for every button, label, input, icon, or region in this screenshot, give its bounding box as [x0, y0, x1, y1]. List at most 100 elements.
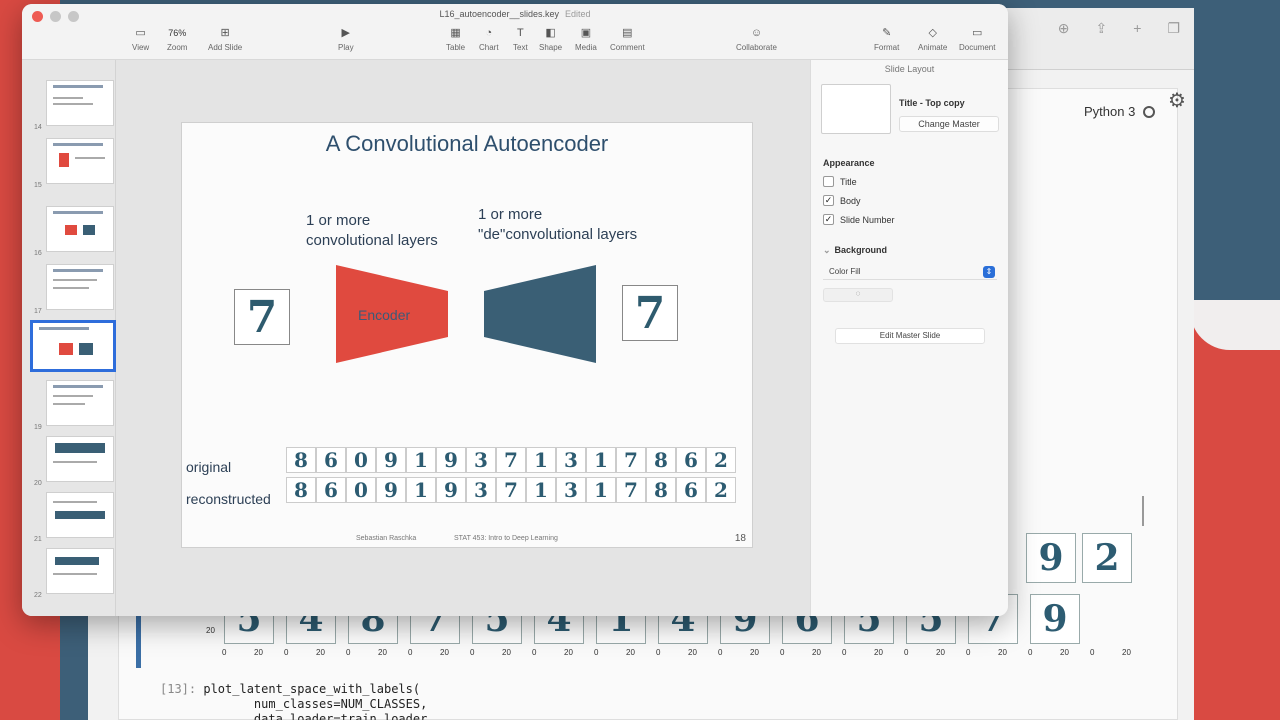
- mnist-digit: 0: [346, 477, 376, 503]
- axis-tick: 20: [750, 648, 759, 657]
- edited-status: Edited: [565, 9, 591, 19]
- slide-thumbnail[interactable]: [46, 492, 114, 538]
- original-digits-row[interactable]: 8 6 0 9 1 9 3 7 1 3 1 7 8 6 2: [286, 447, 736, 473]
- desktop-wallpaper-right: [1190, 300, 1280, 720]
- tabs-icon[interactable]: ❐: [1167, 20, 1180, 37]
- slide-number-checkbox-row[interactable]: ✓ Slide Number: [823, 214, 895, 225]
- background-heading[interactable]: ⌄ Background: [823, 245, 887, 256]
- slide-number-checkbox[interactable]: ✓: [823, 214, 834, 225]
- document-icon: ▭: [972, 27, 983, 39]
- slide-number: 19: [34, 424, 42, 431]
- share-icon[interactable]: ⇪: [1096, 20, 1108, 37]
- axis-tick: 20: [378, 648, 387, 657]
- thumb-shapes: [55, 557, 99, 565]
- zoom-value: 76%: [168, 28, 187, 38]
- add-icon[interactable]: ⊕: [1058, 20, 1070, 37]
- browser-icons: ⊕ ⇪ + ❐: [1058, 20, 1180, 37]
- mnist-digit: 3: [466, 477, 496, 503]
- mnist-digit: 3: [556, 477, 586, 503]
- thumb-encoder: [65, 225, 77, 235]
- scrollbar[interactable]: [1142, 496, 1144, 526]
- kernel-status-icon: [1143, 105, 1156, 118]
- text-label: Text: [513, 43, 528, 52]
- document-button[interactable]: ▭ Document: [959, 26, 995, 52]
- slide-thumbnail[interactable]: [46, 548, 114, 594]
- collaborate-label: Collaborate: [736, 43, 777, 52]
- output-digit: 9: [1026, 533, 1076, 583]
- mnist-digit: 6: [676, 477, 706, 503]
- color-well[interactable]: ◌: [823, 288, 893, 302]
- text-button[interactable]: T Text: [513, 26, 528, 52]
- view-button[interactable]: ▭ View: [132, 26, 149, 52]
- axis-tick: 20: [254, 648, 263, 657]
- mnist-digit: 1: [526, 477, 556, 503]
- axis-tick: 0: [532, 648, 537, 657]
- shape-button[interactable]: ◧ Shape: [539, 26, 562, 52]
- add-slide-button[interactable]: ⊞ Add Slide: [208, 26, 242, 52]
- body-checkbox[interactable]: ✓: [823, 195, 834, 206]
- animate-button[interactable]: ◇ Animate: [918, 26, 947, 52]
- slide-thumbnail-selected[interactable]: [30, 320, 116, 372]
- thumb-text: [53, 279, 97, 281]
- slide-thumbnail[interactable]: [46, 138, 114, 184]
- decoder-trapezoid[interactable]: [484, 265, 596, 363]
- play-button[interactable]: ▶ Play: [338, 26, 354, 52]
- new-tab-icon[interactable]: +: [1133, 20, 1141, 37]
- chart-label: Chart: [479, 43, 499, 52]
- thumb-encoder: [59, 343, 73, 355]
- fill-type-select[interactable]: Color Fill ⇕: [823, 264, 997, 280]
- footer-course: STAT 453: Intro to Deep Learning: [454, 535, 558, 542]
- add-slide-label: Add Slide: [208, 43, 243, 52]
- body-checkbox-row[interactable]: ✓ Body: [823, 195, 861, 206]
- layout-thumbnail[interactable]: [821, 84, 891, 134]
- reconstructed-digits-row[interactable]: 8 6 0 9 1 9 3 7 1 3 1 7 8 6 2: [286, 477, 736, 503]
- format-button[interactable]: ✎ Format: [874, 26, 899, 52]
- mnist-digit: 8: [286, 447, 316, 473]
- media-button[interactable]: ▣ Media: [575, 26, 597, 52]
- background-label: Background: [834, 245, 888, 255]
- axis-tick: 20: [440, 648, 449, 657]
- axis-tick: 20: [502, 648, 511, 657]
- gear-icon[interactable]: ⚙: [1168, 88, 1186, 113]
- comment-icon: ▤: [622, 27, 633, 39]
- title-checkbox-row[interactable]: Title: [823, 176, 857, 187]
- output-digit: 9: [1030, 594, 1080, 644]
- axis-tick: 20: [564, 648, 573, 657]
- diamond-icon: ◇: [928, 27, 937, 39]
- mnist-digit: 1: [406, 447, 436, 473]
- axis-tick: 0: [346, 648, 351, 657]
- kernel-indicator[interactable]: Python 3: [1084, 104, 1156, 119]
- thumb-decoder: [79, 343, 93, 355]
- title-checkbox[interactable]: [823, 176, 834, 187]
- slide-thumbnail[interactable]: [46, 80, 114, 126]
- footer-author: Sebastian Raschka: [356, 535, 417, 542]
- paintbrush-icon: ✎: [882, 27, 892, 39]
- zoom-label: Zoom: [167, 43, 188, 52]
- table-button[interactable]: ▦ Table: [446, 26, 465, 52]
- axis-tick: 20: [626, 648, 635, 657]
- slide-thumbnail[interactable]: [46, 206, 114, 252]
- output-digit-image[interactable]: 7: [622, 285, 678, 341]
- slide[interactable]: A Convolutional Autoencoder 1 or more co…: [181, 122, 753, 548]
- row-label-original[interactable]: original: [186, 459, 231, 475]
- change-master-button[interactable]: Change Master: [899, 116, 999, 132]
- thumb-title: [39, 327, 89, 330]
- row-label-reconstructed[interactable]: reconstructed: [186, 491, 271, 507]
- comment-button[interactable]: ▤ Comment: [610, 26, 645, 52]
- axis-tick: 0: [222, 648, 227, 657]
- chart-button[interactable]: ◔ Chart: [479, 26, 499, 52]
- code-cell[interactable]: [13]: plot_latent_space_with_labels( num…: [160, 682, 435, 720]
- play-icon: ▶: [341, 27, 351, 39]
- zoom-button[interactable]: 76% Zoom: [167, 26, 187, 52]
- collaborate-button[interactable]: ☺ Collaborate: [736, 26, 777, 52]
- edit-master-slide-button[interactable]: Edit Master Slide: [835, 328, 985, 344]
- axis-tick: 20: [998, 648, 1007, 657]
- mnist-digit: 9: [376, 447, 406, 473]
- slide-thumbnail[interactable]: [46, 264, 114, 310]
- slide-thumbnail[interactable]: [46, 436, 114, 482]
- mnist-digit: 1: [586, 477, 616, 503]
- thumb-text: [53, 461, 97, 463]
- mnist-digit: 1: [586, 447, 616, 473]
- slide-number: 18: [34, 362, 42, 369]
- slide-thumbnail[interactable]: [46, 380, 114, 426]
